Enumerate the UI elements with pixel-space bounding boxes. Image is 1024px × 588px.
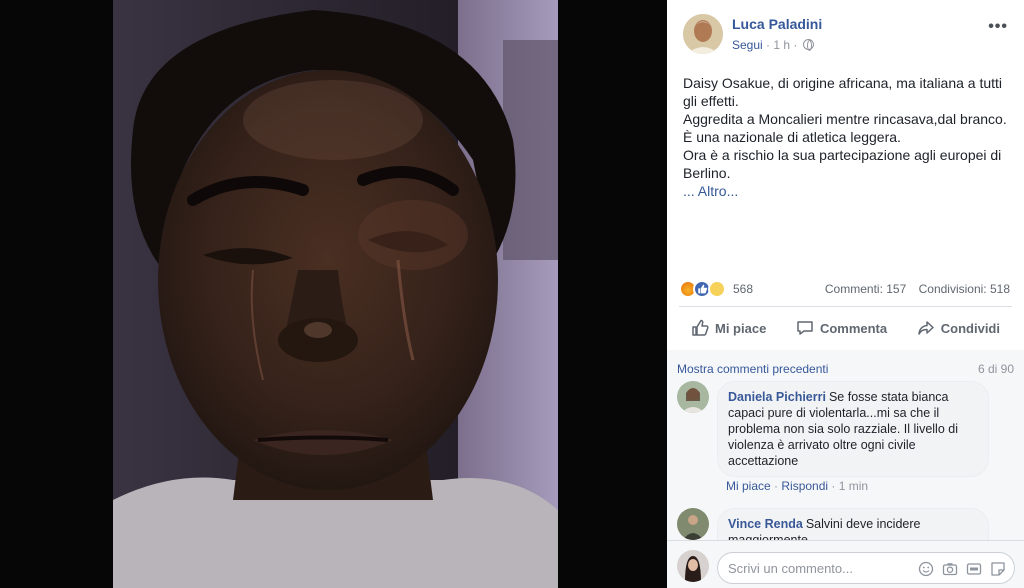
dot-separator: · xyxy=(831,479,839,493)
comment-button-label: Commenta xyxy=(819,320,888,336)
post-text: Daisy Osakue, di origine africana, ma it… xyxy=(683,74,1013,200)
post-meta: Segui · 1 h · xyxy=(732,38,814,52)
current-user-avatar xyxy=(677,550,709,582)
reaction-count[interactable]: 568 xyxy=(733,282,753,296)
gif-icon[interactable] xyxy=(965,560,982,577)
comment-reply-link[interactable]: Rispondi xyxy=(781,479,828,493)
post-header: Luca Paladini Segui · 1 h · ••• xyxy=(683,14,1012,54)
author-name[interactable]: Luca Paladini xyxy=(732,16,822,32)
comments-pager: 6 di 90 xyxy=(977,362,1014,376)
post-paragraph: Daisy Osakue, di origine africana, ma it… xyxy=(683,75,1003,109)
comment-composer xyxy=(667,540,1024,588)
commenter-name[interactable]: Daniela Pichierri xyxy=(728,390,826,404)
thumbs-up-icon xyxy=(692,319,709,336)
camera-icon[interactable] xyxy=(941,560,958,577)
follow-link[interactable]: Segui xyxy=(732,38,763,52)
comment-time[interactable]: 1 min xyxy=(839,479,868,493)
like-button-label: Mi piace xyxy=(715,320,767,336)
composer-tools xyxy=(917,560,1006,577)
post-photo[interactable] xyxy=(113,0,558,588)
share-button-label: Condividi xyxy=(940,320,1000,336)
photo-viewer xyxy=(0,0,667,588)
more-options-icon[interactable]: ••• xyxy=(988,18,1008,36)
emoji-icon[interactable] xyxy=(917,560,934,577)
comment-input-wrapper xyxy=(717,552,1015,584)
comment-like-link[interactable]: Mi piace xyxy=(726,479,771,493)
comment-button[interactable]: Commenta xyxy=(784,311,899,345)
comments-count[interactable]: Commenti: 157 xyxy=(825,282,906,296)
post-paragraph: Aggredita a Moncalieri mentre rincasava,… xyxy=(683,111,1007,127)
meta-separator-2: · xyxy=(793,38,798,52)
meta-separator: · xyxy=(766,38,771,52)
post-paragraph: È una nazionale di atletica leggera. xyxy=(683,129,901,145)
share-arrow-icon xyxy=(918,321,934,335)
sad-icon xyxy=(707,280,726,298)
post-side-panel: Luca Paladini Segui · 1 h · ••• Daisy Os… xyxy=(667,0,1024,588)
comment-actions: Mi piace · Rispondi · 1 min xyxy=(726,479,868,493)
post-paragraph: Ora è a rischio la sua partecipazione ag… xyxy=(683,147,1002,181)
shares-count[interactable]: Condivisioni: 518 xyxy=(919,282,1010,296)
author-avatar[interactable] xyxy=(683,14,723,54)
see-more-link[interactable]: ... Altro... xyxy=(683,182,1013,200)
divider xyxy=(679,306,1012,307)
reaction-icons[interactable] xyxy=(679,280,726,298)
engagement-counts: Commenti: 157 Condivisioni: 518 xyxy=(816,282,1010,296)
globe-icon xyxy=(802,39,814,51)
commenter-avatar[interactable] xyxy=(677,508,709,540)
post-actions: Mi piace Commenta Condividi xyxy=(679,311,1012,345)
like-button[interactable]: Mi piace xyxy=(679,311,778,345)
sticker-icon[interactable] xyxy=(989,560,1006,577)
reactions-bar: 568 Commenti: 157 Condivisioni: 518 xyxy=(679,278,1010,300)
commenter-avatar[interactable] xyxy=(677,381,709,413)
speech-bubble-icon xyxy=(797,321,813,335)
commenter-name[interactable]: Vince Renda xyxy=(728,517,803,531)
comment-bubble: Daniela Pichierri Se fosse stata bianca c… xyxy=(717,381,989,477)
show-previous-comments-link[interactable]: Mostra commenti precedenti xyxy=(677,362,828,376)
comment-input[interactable] xyxy=(728,553,918,583)
post-time[interactable]: 1 h xyxy=(773,38,790,52)
share-button[interactable]: Condividi xyxy=(905,311,1012,345)
